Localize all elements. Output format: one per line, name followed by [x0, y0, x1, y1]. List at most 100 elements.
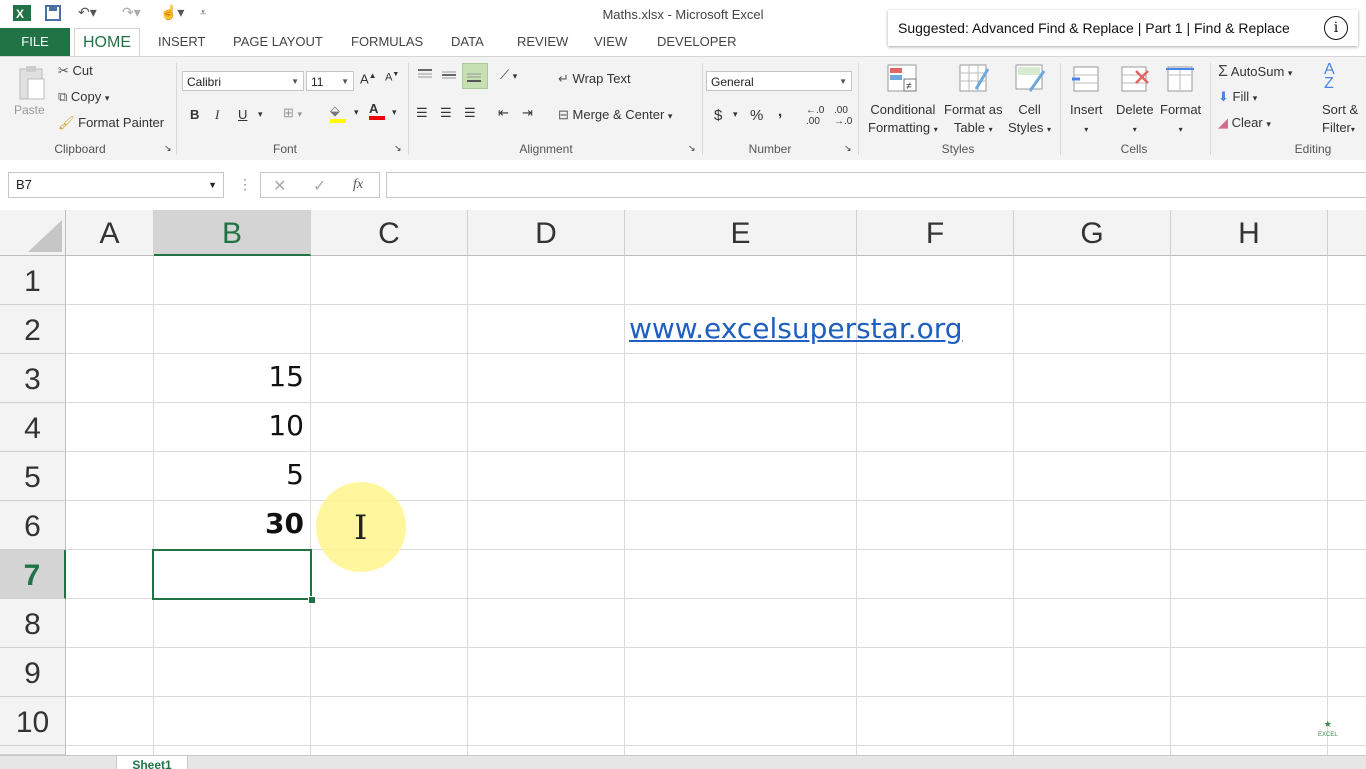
- cell-b6[interactable]: 30: [154, 507, 304, 540]
- tab-insert[interactable]: INSERT: [158, 34, 205, 49]
- suggestion-banner[interactable]: Suggested: Advanced Find & Replace | Par…: [888, 10, 1358, 46]
- increase-decimal-icon[interactable]: ←.0.00: [806, 105, 824, 127]
- bottom-align-icon[interactable]: [462, 63, 488, 89]
- font-size-select[interactable]: 11 ▼: [306, 71, 354, 91]
- row-header-3[interactable]: 3: [0, 354, 66, 403]
- conditional-formatting-icon[interactable]: ≠: [886, 63, 920, 98]
- sort-filter-icon[interactable]: AZ: [1324, 62, 1335, 92]
- row-header-6[interactable]: 6: [0, 501, 66, 550]
- info-icon[interactable]: i: [1324, 16, 1348, 40]
- grow-font-icon[interactable]: A▲: [360, 71, 377, 86]
- column-header-d[interactable]: D: [468, 210, 625, 256]
- cancel-icon[interactable]: ✕: [273, 176, 286, 196]
- insert-cells-button[interactable]: Insert ▾: [1070, 101, 1103, 139]
- column-header-g[interactable]: G: [1014, 210, 1171, 256]
- increase-indent-icon[interactable]: ⇥: [522, 105, 533, 121]
- enter-icon[interactable]: ✓: [313, 176, 326, 196]
- decrease-decimal-icon[interactable]: .00 →.0: [834, 105, 852, 127]
- column-header-partial[interactable]: [1328, 210, 1366, 256]
- cell-styles-icon[interactable]: [1014, 63, 1048, 98]
- top-align-icon[interactable]: [416, 67, 434, 86]
- decrease-indent-icon[interactable]: ⇤: [498, 105, 509, 121]
- number-format-select[interactable]: General ▼: [706, 71, 852, 91]
- sort-filter-button[interactable]: Sort & Filter▾: [1322, 101, 1358, 139]
- tab-developer[interactable]: DEVELOPER: [657, 34, 736, 49]
- format-cells-button[interactable]: Format ▾: [1160, 101, 1201, 139]
- format-painter-button[interactable]: 🖌 Format Painter: [58, 115, 164, 131]
- delete-cells-icon[interactable]: [1118, 63, 1150, 98]
- conditional-formatting-button[interactable]: Conditional Formatting ▾: [868, 101, 938, 139]
- cell-styles-button[interactable]: Cell Styles ▾: [1008, 101, 1051, 139]
- autosum-button[interactable]: Σ AutoSum ▾: [1218, 63, 1292, 81]
- copy-button[interactable]: ⧉ Copy ▾: [58, 89, 109, 105]
- column-header-f[interactable]: F: [857, 210, 1014, 256]
- tab-file[interactable]: FILE: [0, 28, 70, 56]
- middle-align-icon[interactable]: [440, 67, 458, 86]
- paste-icon[interactable]: [14, 65, 48, 108]
- underline-button[interactable]: U: [238, 107, 247, 122]
- tab-review[interactable]: REVIEW: [517, 34, 568, 49]
- shrink-font-icon[interactable]: A▼: [385, 71, 399, 84]
- column-header-a[interactable]: A: [66, 210, 154, 256]
- align-right-icon[interactable]: ☰: [464, 105, 476, 121]
- row-header-8[interactable]: 8: [0, 599, 66, 648]
- column-header-e[interactable]: E: [625, 210, 857, 256]
- currency-dropdown-icon[interactable]: ▾: [733, 109, 738, 120]
- formula-bar-grip-icon[interactable]: ⋮: [238, 176, 252, 193]
- cut-button[interactable]: ✂ Cut: [58, 63, 93, 79]
- align-left-icon[interactable]: ☰: [416, 105, 428, 121]
- row-header-7[interactable]: 7: [0, 550, 66, 599]
- currency-button[interactable]: $: [714, 107, 722, 124]
- insert-function-button[interactable]: fx: [353, 177, 363, 193]
- fill-color-icon[interactable]: ⬙: [330, 103, 346, 123]
- italic-button[interactable]: I: [215, 107, 219, 123]
- bold-button[interactable]: B: [190, 107, 199, 122]
- cell-b3[interactable]: 15: [154, 360, 304, 393]
- font-color-icon[interactable]: A: [369, 101, 385, 120]
- orientation-icon[interactable]: ⟋ ▾: [500, 67, 517, 83]
- percent-button[interactable]: %: [750, 107, 763, 124]
- fill-handle[interactable]: [308, 596, 316, 604]
- wrap-text-button[interactable]: ↵ Wrap Text: [558, 71, 631, 87]
- delete-cells-button[interactable]: Delete ▾: [1116, 101, 1154, 139]
- sheet-tab-sheet1[interactable]: Sheet1: [116, 756, 188, 769]
- cell-e2-hyperlink[interactable]: www.excelsuperstar.org: [629, 312, 1029, 345]
- row-header-9[interactable]: 9: [0, 648, 66, 697]
- select-all-button[interactable]: [0, 210, 66, 256]
- alignment-launcher-icon[interactable]: ↘: [688, 143, 696, 154]
- suggestion-text[interactable]: Suggested: Advanced Find & Replace | Par…: [898, 20, 1290, 36]
- align-center-icon[interactable]: ☰: [440, 105, 452, 121]
- tab-data[interactable]: DATA: [451, 34, 484, 49]
- merge-center-button[interactable]: ⊟ Merge & Center ▾: [558, 107, 672, 123]
- row-header-5[interactable]: 5: [0, 452, 66, 501]
- format-as-table-icon[interactable]: [958, 63, 992, 98]
- underline-dropdown-icon[interactable]: ▾: [258, 109, 263, 120]
- column-header-b[interactable]: B: [154, 210, 311, 256]
- format-as-table-button[interactable]: Format as Table ▾: [944, 101, 1003, 139]
- row-header-2[interactable]: 2: [0, 305, 66, 354]
- formula-input[interactable]: [386, 172, 1366, 198]
- row-header-10[interactable]: 10: [0, 697, 66, 746]
- font-color-dropdown-icon[interactable]: ▾: [392, 107, 397, 118]
- fill-color-dropdown-icon[interactable]: ▾: [354, 107, 359, 118]
- selected-cell-b7[interactable]: [152, 549, 312, 600]
- row-header-1[interactable]: 1: [0, 256, 66, 305]
- font-launcher-icon[interactable]: ↘: [394, 143, 402, 154]
- cell-b4[interactable]: 10: [154, 409, 304, 442]
- tab-view[interactable]: VIEW: [594, 34, 627, 49]
- cell-b5[interactable]: 5: [154, 458, 304, 491]
- tab-page-layout[interactable]: PAGE LAYOUT: [233, 34, 323, 49]
- tab-formulas[interactable]: FORMULAS: [351, 34, 423, 49]
- row-header-4[interactable]: 4: [0, 403, 66, 452]
- clipboard-launcher-icon[interactable]: ↘: [164, 143, 172, 154]
- name-box[interactable]: B7 ▼: [8, 172, 224, 198]
- borders-icon[interactable]: ⊞ ▾: [283, 105, 302, 121]
- clear-button[interactable]: ◢ Clear ▾: [1218, 115, 1271, 131]
- column-header-h[interactable]: H: [1171, 210, 1328, 256]
- number-launcher-icon[interactable]: ↘: [844, 143, 852, 154]
- format-cells-icon[interactable]: [1164, 63, 1196, 98]
- tab-home[interactable]: HOME: [74, 28, 140, 57]
- paste-button[interactable]: Paste: [14, 103, 45, 117]
- font-family-select[interactable]: Calibri ▼: [182, 71, 304, 91]
- column-header-c[interactable]: C: [311, 210, 468, 256]
